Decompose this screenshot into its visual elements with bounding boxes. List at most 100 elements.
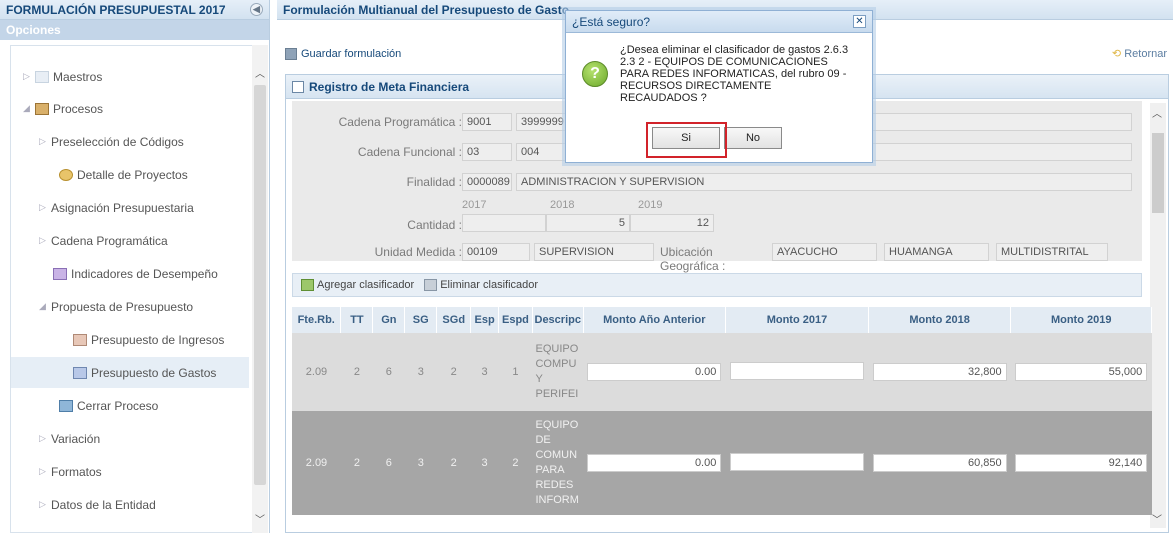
folder-icon [35, 70, 49, 83]
column-header[interactable]: TT [340, 307, 374, 333]
cantidad-2018-field: 5 [546, 214, 630, 232]
left-scrollbar[interactable]: ︿ ﹀ [252, 45, 268, 533]
tree-item-label: Procesos [53, 101, 104, 116]
monto-anterior-input[interactable]: 0.00 [587, 454, 722, 472]
close-icon[interactable]: ✕ [853, 15, 866, 28]
tree-item-variacion[interactable]: ▷ Variación [11, 423, 249, 454]
monto-2017-input[interactable] [729, 361, 864, 380]
tree-item-label: Preselección de Códigos [51, 134, 184, 149]
collapse-arrow-icon[interactable]: ◢ [39, 301, 51, 312]
tree-item-indicadores[interactable]: Indicadores de Desempeño [11, 258, 249, 289]
options-header: Opciones [0, 20, 269, 40]
expand-arrow-icon[interactable]: ▷ [39, 202, 51, 213]
column-header[interactable]: SG [404, 307, 438, 333]
esp-cell: 3 [470, 411, 499, 515]
dialog-message-line: RECAUDADOS ? [620, 92, 707, 104]
left-panel-title: FORMULACIÓN PRESUPUESTAL 2017 ◀ [0, 0, 269, 20]
sgd-cell: 2 [436, 411, 471, 515]
tree-item-label: Variación [51, 431, 101, 446]
dialog-header: ¿Está seguro? ✕ [566, 11, 872, 33]
column-header[interactable]: Monto 2019 [1010, 307, 1152, 333]
tree-item-label: Asignación Presupuestaria [51, 200, 194, 215]
tree-item-cerrar-proceso[interactable]: Cerrar Proceso [11, 390, 249, 421]
tree-item-cadena-programatica[interactable]: ▷ Cadena Programática [11, 225, 249, 256]
monto-2017-cell [725, 411, 869, 515]
unidad-medida-desc-field: SUPERVISION [534, 243, 654, 261]
tree-item-asignacion[interactable]: ▷ Asignación Presupuestaria [11, 192, 249, 223]
tree-item-propuesta[interactable]: ◢ Propuesta de Presupuesto [11, 291, 249, 322]
monto-2017-input[interactable] [729, 452, 864, 471]
column-header[interactable]: Descripc [532, 307, 584, 333]
collapse-arrow-icon[interactable]: ◢ [23, 103, 35, 114]
tree-item-presupuesto-gastos[interactable]: Presupuesto de Gastos [11, 357, 249, 388]
scroll-down-icon[interactable]: ﹀ [1152, 511, 1162, 526]
tree-item-formatos[interactable]: ▷ Formatos [11, 456, 249, 487]
column-header[interactable]: Monto 2017 [725, 307, 869, 333]
dialog-message: ¿Desea eliminar el clasificador de gasto… [620, 44, 860, 104]
dialog-message-line: 2.3 2 - EQUIPOS DE COMUNICACIONES [620, 56, 828, 68]
tree-item-datos-entidad[interactable]: ▷ Datos de la Entidad [11, 489, 249, 520]
scroll-up-icon[interactable]: ︿ [1152, 105, 1162, 120]
tree-item-detalle-proyectos[interactable]: Detalle de Proyectos [11, 159, 249, 190]
gn-cell: 6 [372, 411, 405, 515]
column-header[interactable]: Esp [470, 307, 499, 333]
table-row-selected[interactable]: 2.09 2 6 3 2 3 2 EQUIPO DE COMUN PARA RE… [292, 411, 1152, 515]
expand-arrow-icon[interactable]: ▷ [39, 235, 51, 246]
description-line: EQUIPO [535, 343, 579, 355]
save-button[interactable]: Guardar formulación [285, 48, 401, 60]
scroll-up-icon[interactable]: ︿ [252, 65, 268, 81]
monto-anterior-cell: 0.00 [583, 411, 726, 515]
column-header[interactable]: Gn [372, 307, 406, 333]
year-label: 2019 [638, 199, 663, 211]
panel-toggle-icon[interactable] [292, 80, 304, 93]
expand-arrow-icon[interactable]: ▷ [39, 433, 51, 444]
cadena-funcional-label: Cadena Funcional : [357, 145, 462, 159]
expand-arrow-icon[interactable]: ▷ [39, 499, 51, 510]
table-row[interactable]: 2.09 2 6 3 2 3 1 EQUIPO COMPU Y PERIFEI … [292, 333, 1152, 411]
description-line: PARA [535, 464, 565, 476]
expand-arrow-icon[interactable]: ▷ [23, 71, 35, 82]
column-header[interactable]: Espd [498, 307, 533, 333]
classifier-toolbar: Agregar clasificador Eliminar clasificad… [292, 273, 1142, 297]
monto-anterior-input[interactable]: 0.00 [587, 363, 722, 381]
tree-item-preseleccion[interactable]: ▷ Preselección de Códigos [11, 126, 249, 157]
tree-item-presupuesto-ingresos[interactable]: Presupuesto de Ingresos [11, 324, 249, 355]
scroll-down-icon[interactable]: ﹀ [252, 511, 268, 527]
sgd-cell: 2 [436, 333, 471, 411]
scrollbar-thumb[interactable] [1152, 133, 1164, 213]
column-header[interactable]: SGd [436, 307, 472, 333]
dialog-message-line: ¿Desea eliminar el clasificador de gasto… [620, 44, 849, 56]
column-header[interactable]: Fte.Rb. [292, 307, 342, 333]
return-button[interactable]: ⟲ Retornar [1112, 47, 1167, 60]
tree-item-procesos[interactable]: ◢ Procesos [11, 93, 249, 124]
unidad-medida-code-field: 00109 [462, 243, 530, 261]
scrollbar-thumb[interactable] [254, 85, 266, 485]
monto-2018-input[interactable]: 60,850 [872, 454, 1007, 472]
monto-2019-input[interactable]: 55,000 [1015, 363, 1148, 381]
indicator-icon [53, 267, 67, 280]
close-process-icon [59, 399, 73, 412]
cadena-funcional-field: 03 [462, 143, 512, 161]
add-classifier-button[interactable]: Agregar clasificador [301, 279, 414, 291]
expand-arrow-icon[interactable]: ▷ [39, 466, 51, 477]
panel-scrollbar[interactable]: ︿ ﹀ [1150, 103, 1166, 528]
table-header-row: Fte.Rb. TT Gn SG SGd Esp Espd Descripc M… [292, 307, 1152, 333]
cadena-programatica-field: 9001 [462, 113, 512, 131]
column-header[interactable]: Monto 2018 [868, 307, 1012, 333]
sg-cell: 3 [404, 411, 437, 515]
distrito-field: MULTIDISTRITAL [996, 243, 1108, 261]
delete-classifier-button[interactable]: Eliminar clasificador [424, 279, 538, 291]
collapse-panel-icon[interactable]: ◀ [250, 3, 263, 16]
no-button[interactable]: No [724, 127, 782, 149]
tree-item-maestros[interactable]: ▷ Maestros [11, 61, 249, 92]
finalidad-label: Finalidad : [406, 175, 462, 189]
coin-icon [59, 168, 73, 181]
expand-arrow-icon[interactable]: ▷ [39, 136, 51, 147]
monto-2019-input[interactable]: 92,140 [1015, 454, 1148, 472]
monto-2018-cell: 32,800 [868, 333, 1011, 411]
add-icon [301, 279, 314, 291]
tree-item-label: Cadena Programática [51, 233, 168, 248]
monto-2018-input[interactable]: 32,800 [872, 363, 1007, 381]
column-header[interactable]: Monto Año Anterior [583, 307, 727, 333]
description-line: DE [535, 434, 551, 446]
